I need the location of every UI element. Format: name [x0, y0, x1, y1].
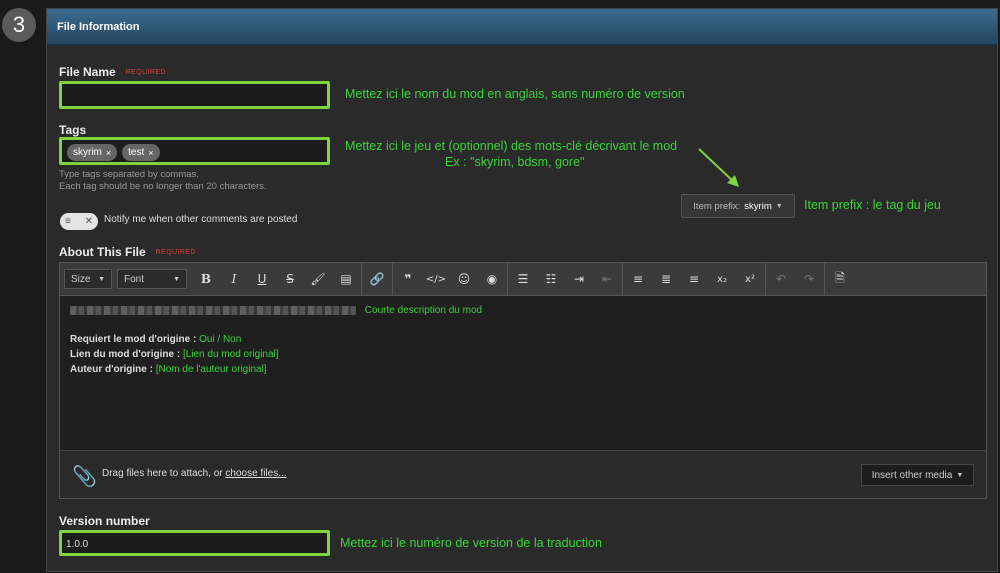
notify-label: Notify me when other comments are posted: [104, 214, 298, 225]
tags-hint: Type tags separated by commas. Each tag …: [59, 169, 267, 192]
choose-files-link[interactable]: choose files...: [225, 468, 286, 479]
content-line: Lien du mod d'origine : [Lien du mod ori…: [70, 349, 279, 360]
numbered-list-icon[interactable]: ☷: [537, 267, 565, 291]
text-color-icon[interactable]: 🖌: [304, 267, 332, 291]
required-marker: REQUIRED: [155, 249, 196, 257]
required-marker: REQUIRED: [125, 69, 166, 77]
attachment-area[interactable]: 📎 Drag files here to attach, or choose f…: [60, 450, 986, 498]
chevron-down-icon: ▼: [775, 202, 783, 210]
version-input[interactable]: 1.0.0: [59, 530, 330, 556]
item-prefix-annotation: Item prefix : le tag du jeu: [804, 198, 941, 212]
font-size-select[interactable]: Size ▼: [64, 269, 112, 289]
tags-input[interactable]: skyrim × test ×: [59, 137, 330, 165]
toggle-off-icon: ✕: [84, 216, 93, 227]
tags-annotation-line2: Ex : "skyrim, bdsm, gore": [445, 155, 585, 169]
smiley-icon[interactable]: ☺: [450, 267, 478, 291]
file-name-annotation: Mettez ici le nom du mod en anglais, san…: [345, 87, 685, 101]
bullet-list-icon[interactable]: ☰: [509, 267, 537, 291]
step-number-badge: 3: [2, 8, 36, 42]
align-center-icon[interactable]: ≣: [652, 267, 680, 291]
underline-icon[interactable]: U: [248, 267, 276, 291]
annotation-arrow-icon: [698, 148, 739, 187]
insert-media-button[interactable]: Insert other media ▼: [861, 464, 974, 486]
editor-content[interactable]: Courte description du mod Requiert le mo…: [70, 303, 482, 377]
paperclip-icon: 📎: [72, 466, 97, 488]
attach-text: Drag files here to attach, or choose fil…: [102, 468, 287, 479]
tag-chip: test ×: [122, 144, 160, 161]
paragraph-format-icon[interactable]: ▤: [332, 267, 360, 291]
content-line: Auteur d'origine : [Nom de l'auteur orig…: [70, 364, 267, 375]
rich-text-editor: Size ▼ Font ▼ B I U S 🖌 ▤ 🔗 ❞ </> ☺ ◉ ☰ ☷ …: [59, 262, 987, 499]
spoiler-eye-icon[interactable]: ◉: [478, 267, 506, 291]
font-family-select[interactable]: Font ▼: [117, 269, 187, 289]
file-name-input[interactable]: [59, 81, 330, 109]
align-left-icon[interactable]: ≡: [624, 267, 652, 291]
file-information-panel: File Information File Name REQUIRED Mette…: [46, 8, 998, 572]
tags-annotation-line1: Mettez ici le jeu et (optionnel) des mot…: [345, 139, 678, 153]
item-prefix-dropdown[interactable]: Item prefix: skyrim ▼: [681, 194, 795, 218]
toggle-lines-icon: ≡: [65, 216, 71, 227]
subscript-icon[interactable]: x₂: [708, 267, 736, 291]
indent-icon[interactable]: ⇥: [565, 267, 593, 291]
version-annotation: Mettez ici le numéro de version de la tr…: [340, 536, 602, 550]
remove-tag-icon[interactable]: ×: [106, 148, 111, 158]
code-icon[interactable]: </>: [422, 267, 450, 291]
short-description-annotation: Courte description du mod: [364, 305, 483, 316]
superscript-icon[interactable]: x²: [736, 267, 764, 291]
blurred-text: [70, 305, 356, 315]
italic-icon[interactable]: I: [220, 267, 248, 291]
outdent-icon[interactable]: ⇤: [593, 267, 621, 291]
about-label: About This File REQUIRED: [59, 245, 196, 259]
align-right-icon[interactable]: ≡: [680, 267, 708, 291]
tags-label: Tags: [59, 123, 87, 137]
version-label: Version number: [59, 514, 150, 528]
content-line: Requiert le mod d'origine : Oui / Non: [70, 334, 242, 345]
redo-icon[interactable]: ↷: [795, 267, 823, 291]
tag-chip: skyrim ×: [67, 144, 118, 161]
editor-toolbar: Size ▼ Font ▼ B I U S 🖌 ▤ 🔗 ❞ </> ☺ ◉ ☰ ☷ …: [60, 262, 986, 296]
file-name-label: File Name REQUIRED: [59, 65, 166, 79]
quote-icon[interactable]: ❞: [394, 267, 422, 291]
remove-tag-icon[interactable]: ×: [148, 148, 153, 158]
undo-icon[interactable]: ↶: [767, 267, 795, 291]
strikethrough-icon[interactable]: S: [276, 267, 304, 291]
notify-toggle[interactable]: ≡ ✕: [60, 213, 98, 230]
link-icon[interactable]: 🔗: [363, 267, 391, 291]
source-view-icon[interactable]: 🗎: [826, 267, 854, 291]
bold-icon[interactable]: B: [192, 267, 220, 291]
panel-title: File Information: [47, 9, 997, 45]
chevron-down-icon: ▼: [956, 471, 964, 479]
